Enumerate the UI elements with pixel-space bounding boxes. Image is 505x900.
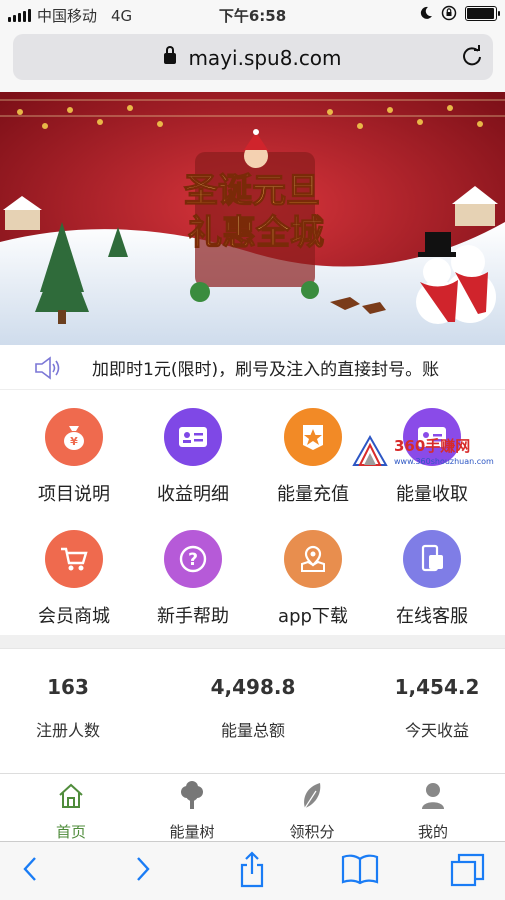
map-pin-icon xyxy=(284,530,342,588)
moon-icon xyxy=(420,6,432,19)
shopping-cart-icon xyxy=(45,530,103,588)
menu-item-label: 会员商城 xyxy=(38,606,110,627)
stat-label: 能量总额 xyxy=(220,721,285,740)
menu-item-label: 项目说明 xyxy=(38,484,110,505)
notice-bar: 加即时1元(限时)，刷号及注入的直接封号。账 xyxy=(0,345,505,390)
home-icon xyxy=(59,783,83,808)
bookmarks-icon[interactable] xyxy=(341,853,379,885)
stat-energy-total: 4,498.8 能量总额 xyxy=(173,675,333,741)
menu-item-help[interactable]: ? 新手帮助 xyxy=(133,530,253,628)
address-bar[interactable]: mayi.spu8.com xyxy=(13,34,493,80)
banner-artwork: 圣诞元旦 礼惠全城 xyxy=(0,92,505,345)
menu-item-member-mall[interactable]: 会员商城 xyxy=(14,530,134,628)
menu-item-label: 在线客服 xyxy=(396,606,468,627)
banner-title-line1: 圣诞元旦 xyxy=(184,171,320,211)
star-badge-icon xyxy=(284,408,342,466)
stat-registered-users: 163 注册人数 xyxy=(0,675,148,741)
share-icon[interactable] xyxy=(238,850,266,888)
id-card-icon xyxy=(164,408,222,466)
tabs-icon[interactable] xyxy=(450,853,486,887)
tab-mine[interactable]: 我的 xyxy=(383,779,483,842)
back-icon[interactable] xyxy=(20,854,40,884)
menu-item-earnings[interactable]: 收益明细 xyxy=(133,408,253,506)
menu-item-label: 能量收取 xyxy=(396,484,468,505)
menu-item-app-download[interactable]: app下载 xyxy=(253,530,373,628)
svg-text:¥: ¥ xyxy=(70,435,78,448)
watermark-logo: 360手赚网 www.360shouzhuan.com xyxy=(352,434,502,471)
forward-icon[interactable] xyxy=(133,854,153,884)
notice-text: 加即时1元(限时)，刷号及注入的直接封号。账 xyxy=(92,360,440,380)
tab-earn-points[interactable]: 领积分 xyxy=(262,779,362,842)
reload-icon[interactable] xyxy=(461,45,483,67)
svg-text:?: ? xyxy=(188,550,198,570)
banner-title-line2: 礼惠全城 xyxy=(188,213,324,253)
menu-item-label: 新手帮助 xyxy=(157,606,229,627)
url-text: mayi.spu8.com xyxy=(188,46,342,70)
battery-icon xyxy=(465,5,500,21)
tab-label: 首页 xyxy=(55,823,86,841)
stat-value: 4,498.8 xyxy=(210,675,296,699)
app-tab-bar: 首页 能量树 领积分 我的 xyxy=(0,773,505,841)
speaker-icon xyxy=(35,356,60,380)
tab-label: 我的 xyxy=(417,823,448,841)
tree-icon xyxy=(181,781,203,809)
status-bar: 中国移动 4G 下午6:58 xyxy=(0,0,505,30)
menu-grid: ¥ 项目说明 收益明细 能量充值 能量收取 会员商城 ? 新手帮助 app下载 … xyxy=(0,390,505,635)
menu-item-label: 能量充值 xyxy=(277,484,349,505)
orientation-lock-icon xyxy=(441,5,457,21)
money-bag-icon: ¥ xyxy=(45,408,103,466)
menu-item-label: app下载 xyxy=(278,606,348,627)
user-icon xyxy=(422,783,444,809)
lock-icon xyxy=(164,46,177,64)
tab-label: 能量树 xyxy=(169,823,215,841)
menu-item-online-service[interactable]: 在线客服 xyxy=(372,530,492,628)
tab-label: 领积分 xyxy=(289,823,335,841)
stats-panel: 163 注册人数 4,498.8 能量总额 1,454.2 今天收益 xyxy=(0,648,505,773)
stat-label: 注册人数 xyxy=(35,721,100,740)
menu-item-project-info[interactable]: ¥ 项目说明 xyxy=(14,408,134,506)
leaf-icon xyxy=(304,783,321,809)
svg-text:360手赚网: 360手赚网 xyxy=(394,437,470,455)
stat-today-earnings: 1,454.2 今天收益 xyxy=(357,675,505,741)
safari-toolbar xyxy=(0,841,505,900)
promo-banner[interactable]: 圣诞元旦 礼惠全城 xyxy=(0,92,505,345)
stat-value: 163 xyxy=(47,675,89,699)
question-icon: ? xyxy=(164,530,222,588)
stat-label: 今天收益 xyxy=(404,721,469,740)
stat-value: 1,454.2 xyxy=(394,675,480,699)
browser-toolbar: mayi.spu8.com xyxy=(0,30,505,92)
menu-item-label: 收益明细 xyxy=(157,484,229,505)
phone-icon xyxy=(403,530,461,588)
tab-home[interactable]: 首页 xyxy=(21,779,121,842)
tab-energy-tree[interactable]: 能量树 xyxy=(142,779,242,842)
svg-text:www.360shouzhuan.com: www.360shouzhuan.com xyxy=(394,457,494,466)
